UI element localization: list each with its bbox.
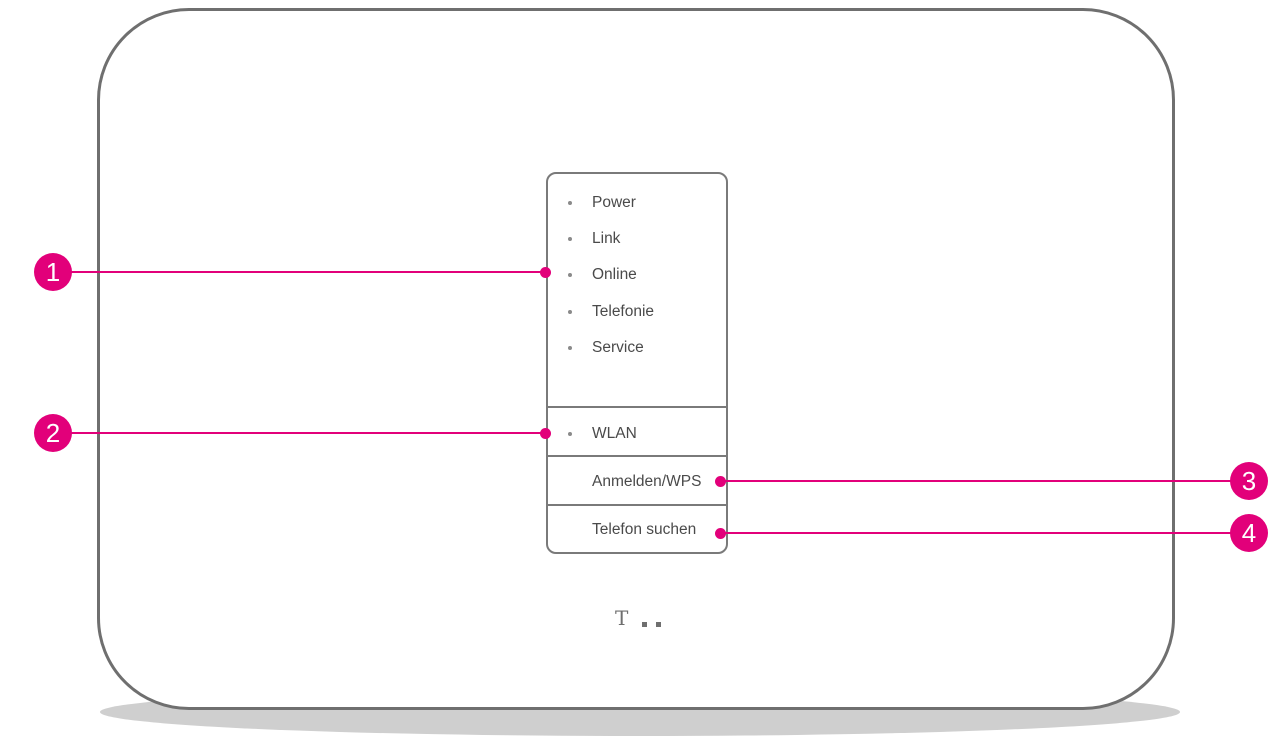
callout-line-1	[58, 271, 546, 273]
callout-badge-4: 4	[1230, 514, 1268, 552]
callout-dot-2	[540, 428, 551, 439]
led-label-wlan: WLAN	[592, 425, 637, 442]
callout-dot-4	[715, 528, 726, 539]
panel-divider-3	[548, 504, 726, 506]
callout-line-3	[722, 480, 1232, 482]
callout-badge-1: 1	[34, 253, 72, 291]
logo-dot-2	[656, 622, 661, 627]
led-service: Service	[548, 336, 726, 360]
callout-badge-3: 3	[1230, 462, 1268, 500]
led-panel: Power Link Online Telefonie Service WLAN…	[546, 172, 728, 554]
callout-line-4	[722, 532, 1232, 534]
callout-dot-3	[715, 476, 726, 487]
led-label-telefonie: Telefonie	[592, 303, 655, 320]
led-label-service: Service	[592, 339, 644, 356]
led-indicator-telefonie	[568, 310, 572, 314]
callout-line-2	[58, 432, 546, 434]
led-indicator-service	[568, 346, 572, 350]
led-label-power: Power	[592, 194, 636, 211]
led-telefonie: Telefonie	[548, 300, 726, 324]
wps-button[interactable]: Anmelden/WPS	[592, 470, 701, 494]
led-indicator-online	[568, 273, 572, 277]
panel-divider-2	[548, 455, 726, 457]
panel-divider-1	[548, 406, 726, 408]
callout-dot-1	[540, 267, 551, 278]
led-indicator-wlan	[568, 432, 572, 436]
led-power: Power	[548, 191, 726, 215]
logo-dot-1	[642, 622, 647, 627]
led-indicator-power	[568, 201, 572, 205]
led-label-link: Link	[592, 230, 621, 247]
telekom-logo: T	[615, 606, 631, 630]
led-indicator-link	[568, 237, 572, 241]
led-label-online: Online	[592, 266, 637, 283]
phone-search-button[interactable]: Telefon suchen	[592, 518, 696, 542]
led-wlan: WLAN	[548, 422, 726, 446]
callout-badge-2: 2	[34, 414, 72, 452]
led-online: Online	[548, 263, 726, 287]
led-link: Link	[548, 227, 726, 251]
